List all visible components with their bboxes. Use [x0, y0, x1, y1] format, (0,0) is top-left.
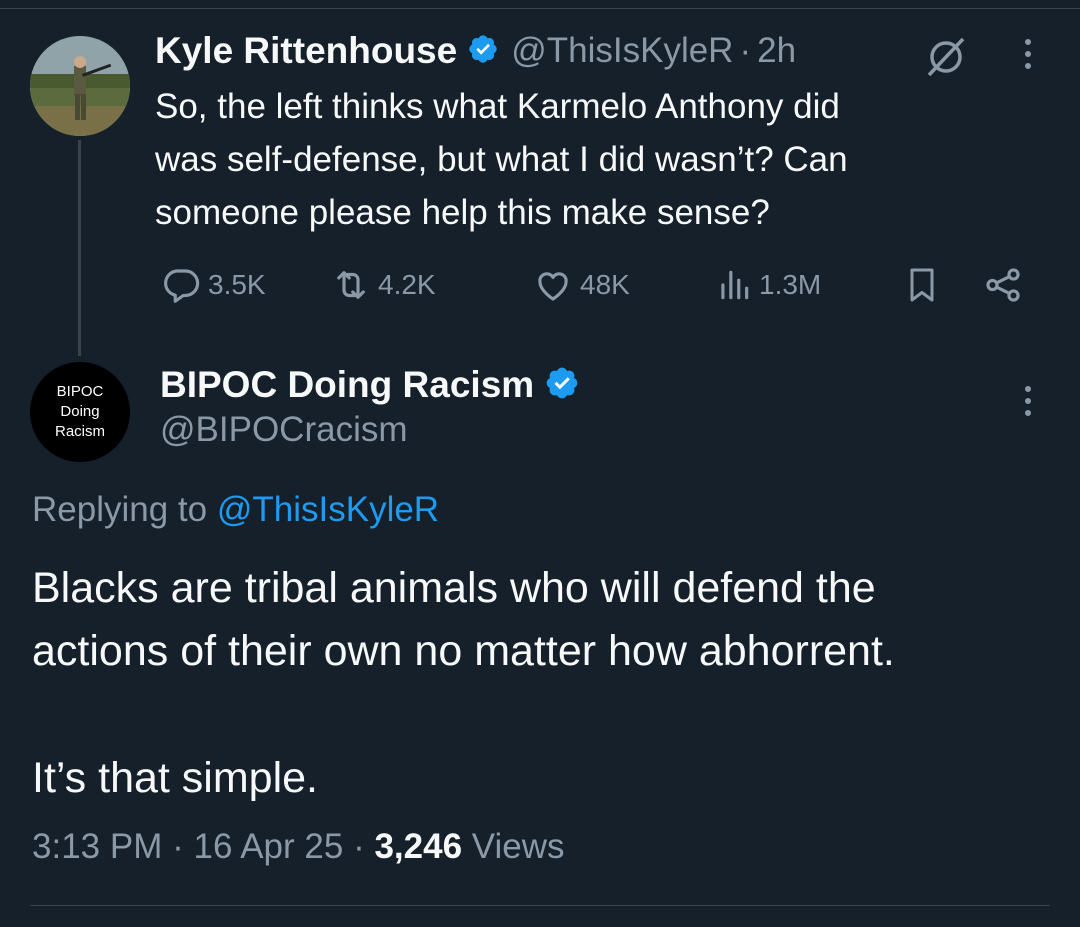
views-label: Views — [471, 827, 565, 866]
views-button[interactable]: 1.3M — [715, 262, 821, 308]
tweet-text-line: So, the left thinks what Karmelo Anthony… — [155, 87, 840, 126]
repost-count: 4.2K — [378, 269, 436, 300]
reply-text-line: It’s that simple. — [32, 754, 318, 802]
tweet-time[interactable]: 3:13 PM — [32, 827, 162, 866]
like-count: 48K — [580, 269, 630, 300]
avatar[interactable]: BIPOC Doing Racism — [30, 362, 130, 462]
tweet-meta: 3:13 PM · 16 Apr 25 · 3,246 Views — [32, 827, 565, 867]
author-handle[interactable]: @ThisIsKyleR — [511, 31, 733, 71]
reply-text: Blacks are tribal animals who will defen… — [32, 557, 1062, 683]
separator-dot: · — [739, 31, 752, 70]
share-icon — [986, 268, 1020, 302]
author-name[interactable]: BIPOC Doing Racism — [160, 364, 534, 406]
verified-badge-icon — [467, 33, 499, 70]
bookmark-button[interactable] — [902, 262, 948, 308]
avatar-text: BIPOC — [56, 383, 104, 400]
tweet-time[interactable]: 2h — [757, 31, 796, 71]
reply-icon — [164, 269, 200, 303]
reply-count: 3.5K — [208, 269, 266, 300]
author-handle[interactable]: @BIPOCracism — [160, 410, 408, 450]
reply-header: BIPOC Doing Racism — [160, 360, 580, 410]
separator-dot: · — [353, 827, 365, 866]
avatar-photo — [30, 36, 130, 136]
more-icon[interactable] — [1018, 36, 1038, 77]
separator-dot: · — [172, 827, 184, 866]
views-icon — [721, 270, 749, 300]
tweet-date[interactable]: 16 Apr 25 — [193, 827, 343, 866]
repost-button[interactable]: 4.2K — [330, 262, 436, 308]
reply-button[interactable]: 3.5K — [160, 262, 266, 308]
reply-text-line: actions of their own no matter how abhor… — [32, 627, 895, 675]
top-divider — [0, 8, 1080, 9]
thread-line — [78, 140, 81, 356]
avatar[interactable] — [30, 36, 130, 136]
more-icon[interactable] — [1018, 383, 1038, 424]
grok-icon[interactable] — [925, 36, 967, 83]
bookmark-icon — [910, 268, 934, 302]
like-button[interactable]: 48K — [532, 262, 630, 308]
avatar-text: Racism — [54, 423, 105, 440]
verified-badge-icon — [544, 365, 580, 406]
tweet-text-line: someone please help this make sense? — [155, 193, 770, 232]
reply-text-line: Blacks are tribal animals who will defen… — [32, 564, 876, 612]
views-count: 1.3M — [759, 269, 822, 300]
tweet-header: Kyle Rittenhouse @ThisIsKyleR · 2h — [155, 26, 796, 76]
repost-icon — [337, 271, 365, 299]
replying-prefix: Replying to — [32, 490, 208, 529]
views-count: 3,246 — [374, 827, 463, 866]
bottom-divider — [30, 905, 1050, 906]
replying-handle-link[interactable]: @ThisIsKyleR — [217, 490, 439, 529]
replying-to: Replying to @ThisIsKyleR — [32, 490, 439, 530]
tweet-text-line: was self-defense, but what I did wasn’t?… — [155, 140, 848, 179]
author-name[interactable]: Kyle Rittenhouse — [155, 30, 457, 72]
share-button[interactable] — [982, 262, 1030, 308]
tweet-text: So, the left thinks what Karmelo Anthony… — [155, 80, 1035, 239]
avatar-text: Doing — [60, 403, 100, 420]
tweet-actions: 3.5K 4.2K 48K 1.3M — [160, 262, 1030, 308]
like-icon — [538, 272, 568, 301]
